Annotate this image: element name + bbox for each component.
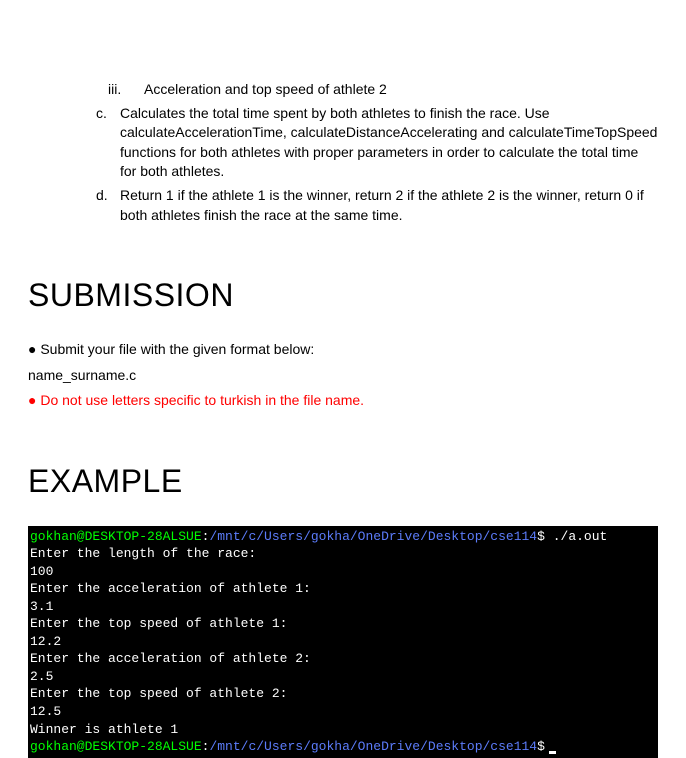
submission-body: ● Submit your file with the given format… bbox=[28, 340, 658, 411]
list-item-c: c. Calculates the total time spent by bo… bbox=[96, 104, 658, 182]
terminal-line: Enter the acceleration of athlete 2: bbox=[30, 650, 656, 668]
instruction-list: iii. Acceleration and top speed of athle… bbox=[28, 80, 658, 225]
submission-heading: SUBMISSION bbox=[28, 273, 658, 318]
terminal-prompt-line: gokhan@DESKTOP-28ALSUE:/mnt/c/Users/gokh… bbox=[30, 738, 656, 756]
list-marker: iii. bbox=[108, 80, 138, 100]
terminal-prompt-line: gokhan@DESKTOP-28ALSUE:/mnt/c/Users/gokh… bbox=[30, 528, 656, 546]
list-marker: c. bbox=[96, 104, 116, 124]
list-item-iii: iii. Acceleration and top speed of athle… bbox=[96, 80, 658, 100]
list-item-text: Acceleration and top speed of athlete 2 bbox=[144, 81, 387, 97]
terminal-line: Enter the acceleration of athlete 1: bbox=[30, 580, 656, 598]
terminal-cursor bbox=[549, 751, 556, 754]
terminal-line: Enter the top speed of athlete 1: bbox=[30, 615, 656, 633]
terminal-line: Winner is athlete 1 bbox=[30, 721, 656, 739]
terminal-line: 100 bbox=[30, 563, 656, 581]
list-item-text: Calculates the total time spent by both … bbox=[120, 105, 657, 180]
terminal-line: 2.5 bbox=[30, 668, 656, 686]
terminal-line: 3.1 bbox=[30, 598, 656, 616]
terminal-output: gokhan@DESKTOP-28ALSUE:/mnt/c/Users/gokh… bbox=[28, 526, 658, 758]
terminal-path: /mnt/c/Users/gokha/OneDrive/Desktop/cse1… bbox=[209, 529, 537, 544]
terminal-user: gokhan@DESKTOP-28ALSUE bbox=[30, 529, 202, 544]
submission-bullet: ● Submit your file with the given format… bbox=[28, 340, 658, 360]
terminal-colon: : bbox=[202, 739, 210, 754]
document-content: iii. Acceleration and top speed of athle… bbox=[0, 80, 686, 758]
terminal-dollar: $ bbox=[537, 529, 545, 544]
terminal-user: gokhan@DESKTOP-28ALSUE bbox=[30, 739, 202, 754]
submission-warning: ● Do not use letters specific to turkish… bbox=[28, 391, 658, 411]
submission-filename: name_surname.c bbox=[28, 366, 658, 386]
terminal-line: Enter the top speed of athlete 2: bbox=[30, 685, 656, 703]
terminal-path: /mnt/c/Users/gokha/OneDrive/Desktop/cse1… bbox=[209, 739, 537, 754]
list-marker: d. bbox=[96, 186, 116, 206]
terminal-line: 12.2 bbox=[30, 633, 656, 651]
terminal-command: ./a.out bbox=[545, 529, 607, 544]
example-heading: EXAMPLE bbox=[28, 459, 658, 504]
terminal-line: Enter the length of the race: bbox=[30, 545, 656, 563]
list-item-text: Return 1 if the athlete 1 is the winner,… bbox=[120, 187, 644, 223]
list-item-d: d. Return 1 if the athlete 1 is the winn… bbox=[96, 186, 658, 225]
terminal-dollar: $ bbox=[537, 739, 545, 754]
